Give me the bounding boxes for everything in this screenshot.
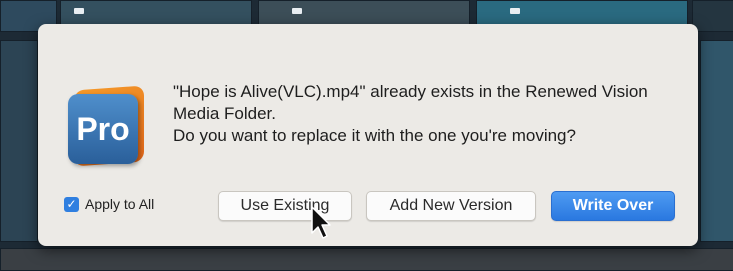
- write-over-button[interactable]: Write Over: [551, 191, 675, 221]
- media-thumbnail: [0, 248, 733, 271]
- film-icon: [292, 8, 302, 14]
- message-line-3: Do you want to replace it with the one y…: [173, 126, 576, 145]
- film-icon: [74, 8, 84, 14]
- media-thumbnail: [0, 40, 38, 242]
- message-line-2: Media Folder.: [173, 104, 276, 123]
- apply-to-all-label: Apply to All: [85, 196, 155, 212]
- media-thumbnail: [700, 40, 733, 242]
- replace-file-dialog: Pro "Hope is Alive(VLC).mp4" already exi…: [38, 24, 698, 246]
- film-icon: [510, 8, 520, 14]
- message-line-1: "Hope is Alive(VLC).mp4" already exists …: [173, 82, 648, 101]
- apply-to-all-checkbox[interactable]: ✓ Apply to All: [64, 196, 154, 212]
- media-thumbnail: [692, 0, 733, 32]
- propresenter-app-icon: Pro: [68, 85, 148, 167]
- mouse-pointer-icon: [311, 206, 331, 239]
- checkmark-icon[interactable]: ✓: [64, 196, 79, 212]
- dialog-message: "Hope is Alive(VLC).mp4" already exists …: [173, 81, 683, 147]
- app-icon-label: Pro: [68, 94, 138, 164]
- add-new-version-button[interactable]: Add New Version: [366, 191, 536, 221]
